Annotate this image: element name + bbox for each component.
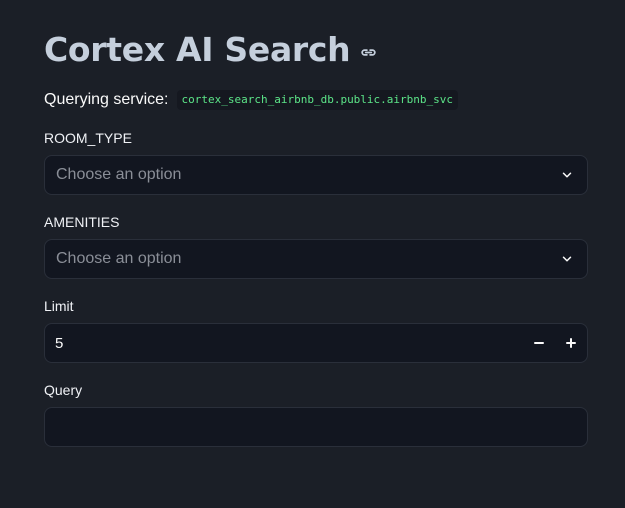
amenities-label: AMENITIES bbox=[44, 214, 120, 230]
service-info: Querying service: cortex_search_airbnb_d… bbox=[44, 89, 459, 111]
minus-icon bbox=[534, 342, 544, 344]
plus-icon bbox=[566, 338, 576, 348]
limit-value[interactable]: 5 bbox=[55, 335, 523, 352]
limit-label: Limit bbox=[44, 298, 74, 314]
amenities-placeholder: Choose an option bbox=[56, 250, 182, 267]
link-icon[interactable] bbox=[358, 42, 378, 62]
query-label: Query bbox=[44, 382, 83, 398]
query-field[interactable] bbox=[44, 407, 588, 447]
service-label: Querying service: bbox=[44, 91, 169, 108]
chevron-down-icon bbox=[559, 251, 575, 267]
decrement-button[interactable] bbox=[523, 324, 555, 362]
chevron-down-icon bbox=[559, 167, 575, 183]
amenities-select[interactable]: Choose an option bbox=[44, 239, 588, 279]
room-type-placeholder: Choose an option bbox=[56, 166, 182, 183]
room-type-select[interactable]: Choose an option bbox=[44, 155, 588, 195]
query-input[interactable] bbox=[45, 408, 587, 446]
page-title: Cortex AI Search bbox=[44, 30, 351, 69]
title-row: Cortex AI Search bbox=[44, 28, 378, 72]
room-type-label: ROOM_TYPE bbox=[44, 130, 132, 146]
service-name: cortex_search_airbnb_db.public.airbnb_sv… bbox=[176, 90, 459, 110]
increment-button[interactable] bbox=[555, 324, 587, 362]
limit-number-input[interactable]: 5 bbox=[44, 323, 588, 363]
